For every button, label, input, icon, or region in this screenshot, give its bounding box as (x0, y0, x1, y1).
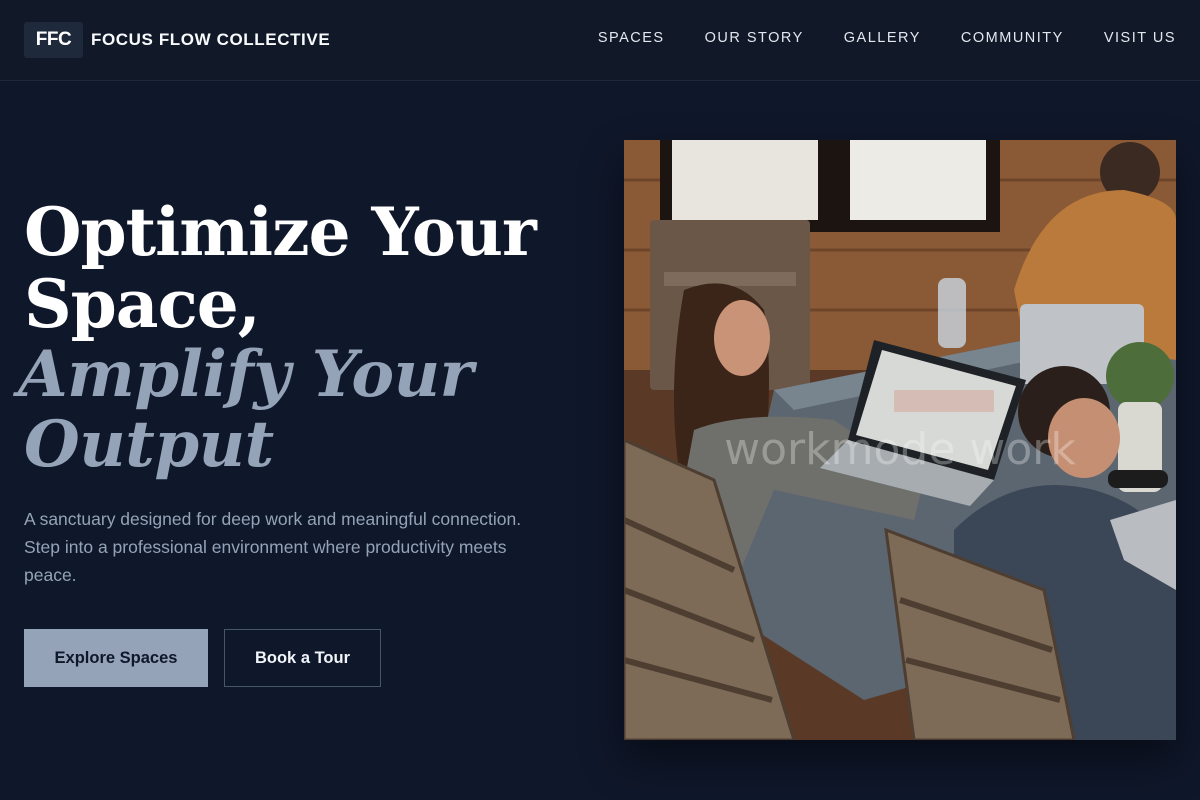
nav-link-spaces[interactable]: SPACES (598, 26, 665, 50)
nav-link-gallery[interactable]: GALLERY (844, 26, 921, 50)
site-header: FFC FOCUS FLOW COLLECTIVE SPACES OUR STO… (0, 0, 1200, 81)
explore-spaces-button[interactable]: Explore Spaces (24, 629, 208, 687)
headline-line-2: Space, (24, 265, 261, 343)
logo-badge[interactable]: FFC (24, 22, 83, 58)
brand-name[interactable]: FOCUS FLOW COLLECTIVE (91, 28, 330, 52)
headline-line-1: Optimize Your (24, 193, 537, 271)
image-watermark: workmode work (724, 424, 1076, 475)
nav-link-visit-us[interactable]: VISIT US (1104, 26, 1176, 50)
headline-line-3: Amplify Your (18, 337, 473, 412)
hero-photo: workmode work (624, 140, 1176, 740)
hero-headline: Optimize Your Space, Amplify Your Output (18, 193, 584, 482)
headline-line-4: Output (24, 407, 274, 482)
main-nav: SPACES OUR STORY GALLERY COMMUNITY VISIT… (598, 26, 1176, 50)
nav-link-our-story[interactable]: OUR STORY (705, 26, 804, 50)
nav-link-community[interactable]: COMMUNITY (961, 26, 1064, 50)
hero-description: A sanctuary designed for deep work and m… (24, 509, 522, 585)
book-tour-button[interactable]: Book a Tour (224, 629, 381, 687)
